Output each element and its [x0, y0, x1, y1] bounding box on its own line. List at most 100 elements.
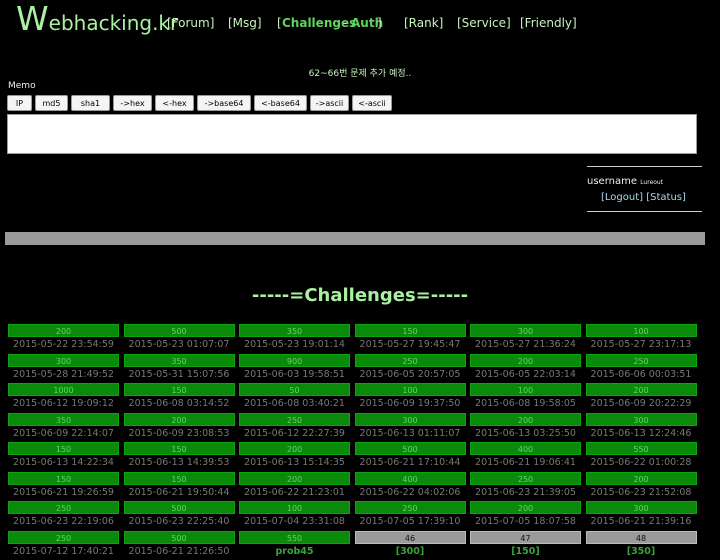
from-ascii-button[interactable]: <-ascii: [352, 95, 392, 111]
challenge-number[interactable]: 46: [354, 530, 466, 544]
challenge-cell[interactable]: 150 2015-05-27 19:45:47: [354, 324, 466, 353]
challenge-points[interactable]: 550: [585, 442, 697, 455]
challenge-points[interactable]: 150: [123, 383, 235, 396]
challenge-cell[interactable]: 250 2015-06-05 20:57:05: [354, 353, 466, 383]
challenge-cell[interactable]: 250 2015-06-23 21:39:05: [470, 471, 581, 501]
challenge-points[interactable]: 200: [470, 501, 581, 514]
nav-service[interactable]: [Service]: [457, 16, 511, 30]
ip-button[interactable]: IP: [7, 95, 32, 111]
challenge-cell[interactable]: 500 2015-06-21 21:26:50: [123, 530, 235, 560]
challenge-points[interactable]: 200: [239, 471, 350, 485]
challenge-cell[interactable]: 100 2015-06-09 19:37:50: [354, 383, 466, 412]
challenge-cell[interactable]: 500 2015-05-23 01:07:07: [123, 324, 235, 353]
challenge-cell[interactable]: 200 2015-06-09 20:22:29: [585, 383, 697, 412]
challenge-cell[interactable]: 150 2015-06-21 19:26:59: [8, 471, 119, 501]
challenge-points[interactable]: 350: [123, 353, 235, 367]
to-ascii-button[interactable]: ->ascii: [310, 95, 349, 111]
challenge-points[interactable]: 250: [8, 501, 119, 514]
challenge-points[interactable]: 200: [585, 471, 697, 485]
challenge-cell[interactable]: 200 2015-06-22 21:23:01: [239, 471, 350, 501]
challenge-link[interactable]: [300]: [355, 545, 466, 559]
to-base64-button[interactable]: ->base64: [197, 95, 251, 111]
nav-rank[interactable]: [Rank]: [404, 16, 443, 30]
challenge-points[interactable]: 100: [470, 383, 581, 396]
challenge-cell[interactable]: 300 2015-05-27 21:36:24: [470, 324, 581, 353]
challenge-cell[interactable]: 200 2015-06-13 03:25:50: [470, 412, 581, 442]
challenge-cell[interactable]: 400 2015-06-22 04:02:06: [354, 471, 466, 501]
challenge-points[interactable]: 300: [8, 353, 119, 367]
challenge-cell[interactable]: 200 2015-06-09 23:08:53: [123, 412, 235, 442]
challenge-cell[interactable]: 250 2015-06-23 22:19:06: [8, 501, 119, 530]
from-base64-button[interactable]: <-base64: [254, 95, 307, 111]
challenge-points[interactable]: 500: [123, 530, 235, 544]
challenge-points[interactable]: 500: [123, 501, 235, 514]
challenge-points[interactable]: 400: [470, 442, 581, 455]
from-hex-button[interactable]: <-hex: [155, 95, 194, 111]
challenge-cell[interactable]: 500 2015-06-23 22:25:40: [123, 501, 235, 530]
challenge-cell[interactable]: 300 2015-06-13 12:24:46: [585, 412, 697, 442]
challenge-points[interactable]: 150: [123, 442, 235, 455]
challenge-cell[interactable]: 100 2015-06-08 19:58:05: [470, 383, 581, 412]
challenge-cell[interactable]: 150 2015-06-13 14:39:53: [123, 442, 235, 471]
sha1-button[interactable]: sha1: [71, 95, 110, 111]
challenge-points[interactable]: 100: [239, 501, 350, 514]
challenge-points[interactable]: 350: [239, 324, 350, 337]
nav-msg[interactable]: [Msg]: [228, 16, 262, 30]
challenge-cell[interactable]: 1000 2015-06-12 19:09:12: [8, 383, 119, 412]
challenge-points[interactable]: 100: [354, 383, 466, 396]
challenge-points[interactable]: 250: [354, 353, 466, 367]
challenge-cell[interactable]: 500 2015-06-21 17:10:44: [354, 442, 466, 471]
challenge-points[interactable]: 250: [239, 412, 350, 426]
challenge-cell[interactable]: 300 2015-05-28 21:49:52: [8, 353, 119, 383]
to-hex-button[interactable]: ->hex: [113, 95, 152, 111]
challenge-points[interactable]: 300: [470, 324, 581, 337]
challenge-points[interactable]: 500: [354, 442, 466, 455]
challenge-number[interactable]: 47: [470, 530, 581, 544]
challenge-points[interactable]: 500: [123, 324, 235, 337]
challenge-points[interactable]: 350: [8, 412, 119, 426]
challenge-cell[interactable]: 200 2015-07-05 18:07:58: [470, 501, 581, 530]
challenge-points[interactable]: 900: [239, 353, 350, 367]
challenge-points[interactable]: 200: [470, 353, 581, 367]
challenge-cell[interactable]: 150 2015-06-13 14:22:34: [8, 442, 119, 471]
challenge-cell[interactable]: 250 2015-06-12 22:27:39: [239, 412, 350, 442]
challenge-cell[interactable]: 350 2015-06-09 22:14:07: [8, 412, 119, 442]
challenge-cell[interactable]: 250 2015-07-12 17:40:21: [8, 530, 119, 560]
challenge-cell[interactable]: 550 prob45: [239, 530, 350, 560]
challenge-cell[interactable]: 48 [350]: [585, 530, 697, 560]
challenge-cell[interactable]: 250 2015-07-05 17:39:10: [354, 501, 466, 530]
challenge-points[interactable]: 200: [585, 383, 697, 396]
challenge-cell[interactable]: 47 [150]: [470, 530, 581, 560]
challenge-points[interactable]: 150: [354, 324, 466, 337]
challenge-cell[interactable]: 46 [300]: [354, 530, 466, 560]
challenge-cell[interactable]: 100 2015-05-27 23:17:13: [585, 324, 697, 353]
challenge-cell[interactable]: 900 2015-06-03 19:58:51: [239, 353, 350, 383]
challenge-points[interactable]: 200: [470, 412, 581, 426]
nav-forum[interactable]: [Forum]: [167, 16, 214, 30]
challenge-points[interactable]: 300: [354, 412, 466, 426]
challenge-cell[interactable]: 350 2015-05-23 19:01:14: [239, 324, 350, 353]
challenge-points[interactable]: 300: [585, 412, 697, 426]
challenge-points[interactable]: 250: [8, 530, 119, 544]
challenge-link[interactable]: [350]: [586, 545, 697, 559]
challenge-cell[interactable]: 100 2015-07-04 23:31:08: [239, 501, 350, 530]
challenge-cell[interactable]: 350 2015-05-31 15:07:56: [123, 353, 235, 383]
challenge-points[interactable]: 550: [239, 530, 350, 544]
challenge-cell[interactable]: 400 2015-06-21 19:06:41: [470, 442, 581, 471]
challenge-cell[interactable]: 200 2015-06-23 21:52:08: [585, 471, 697, 501]
challenge-points[interactable]: 250: [470, 471, 581, 485]
challenge-points[interactable]: 50: [239, 383, 350, 396]
challenge-cell[interactable]: 200 2015-06-13 15:14:35: [239, 442, 350, 471]
challenge-points[interactable]: 400: [354, 471, 466, 485]
challenge-points[interactable]: 200: [239, 442, 350, 455]
challenge-cell[interactable]: 150 2015-06-08 03:14:52: [123, 383, 235, 412]
logout-link[interactable]: [Logout]: [601, 192, 643, 203]
challenge-cell[interactable]: 200 2015-06-05 22:03:14: [470, 353, 581, 383]
memo-textarea[interactable]: [7, 114, 697, 154]
challenge-points[interactable]: 250: [354, 501, 466, 514]
challenge-points[interactable]: 250: [585, 353, 697, 367]
challenge-cell[interactable]: 300 2015-06-21 21:39:16: [585, 501, 697, 530]
site-logo[interactable]: Webhacking.kr: [16, 0, 178, 38]
md5-button[interactable]: md5: [35, 95, 68, 111]
challenge-link[interactable]: prob45: [239, 545, 350, 559]
